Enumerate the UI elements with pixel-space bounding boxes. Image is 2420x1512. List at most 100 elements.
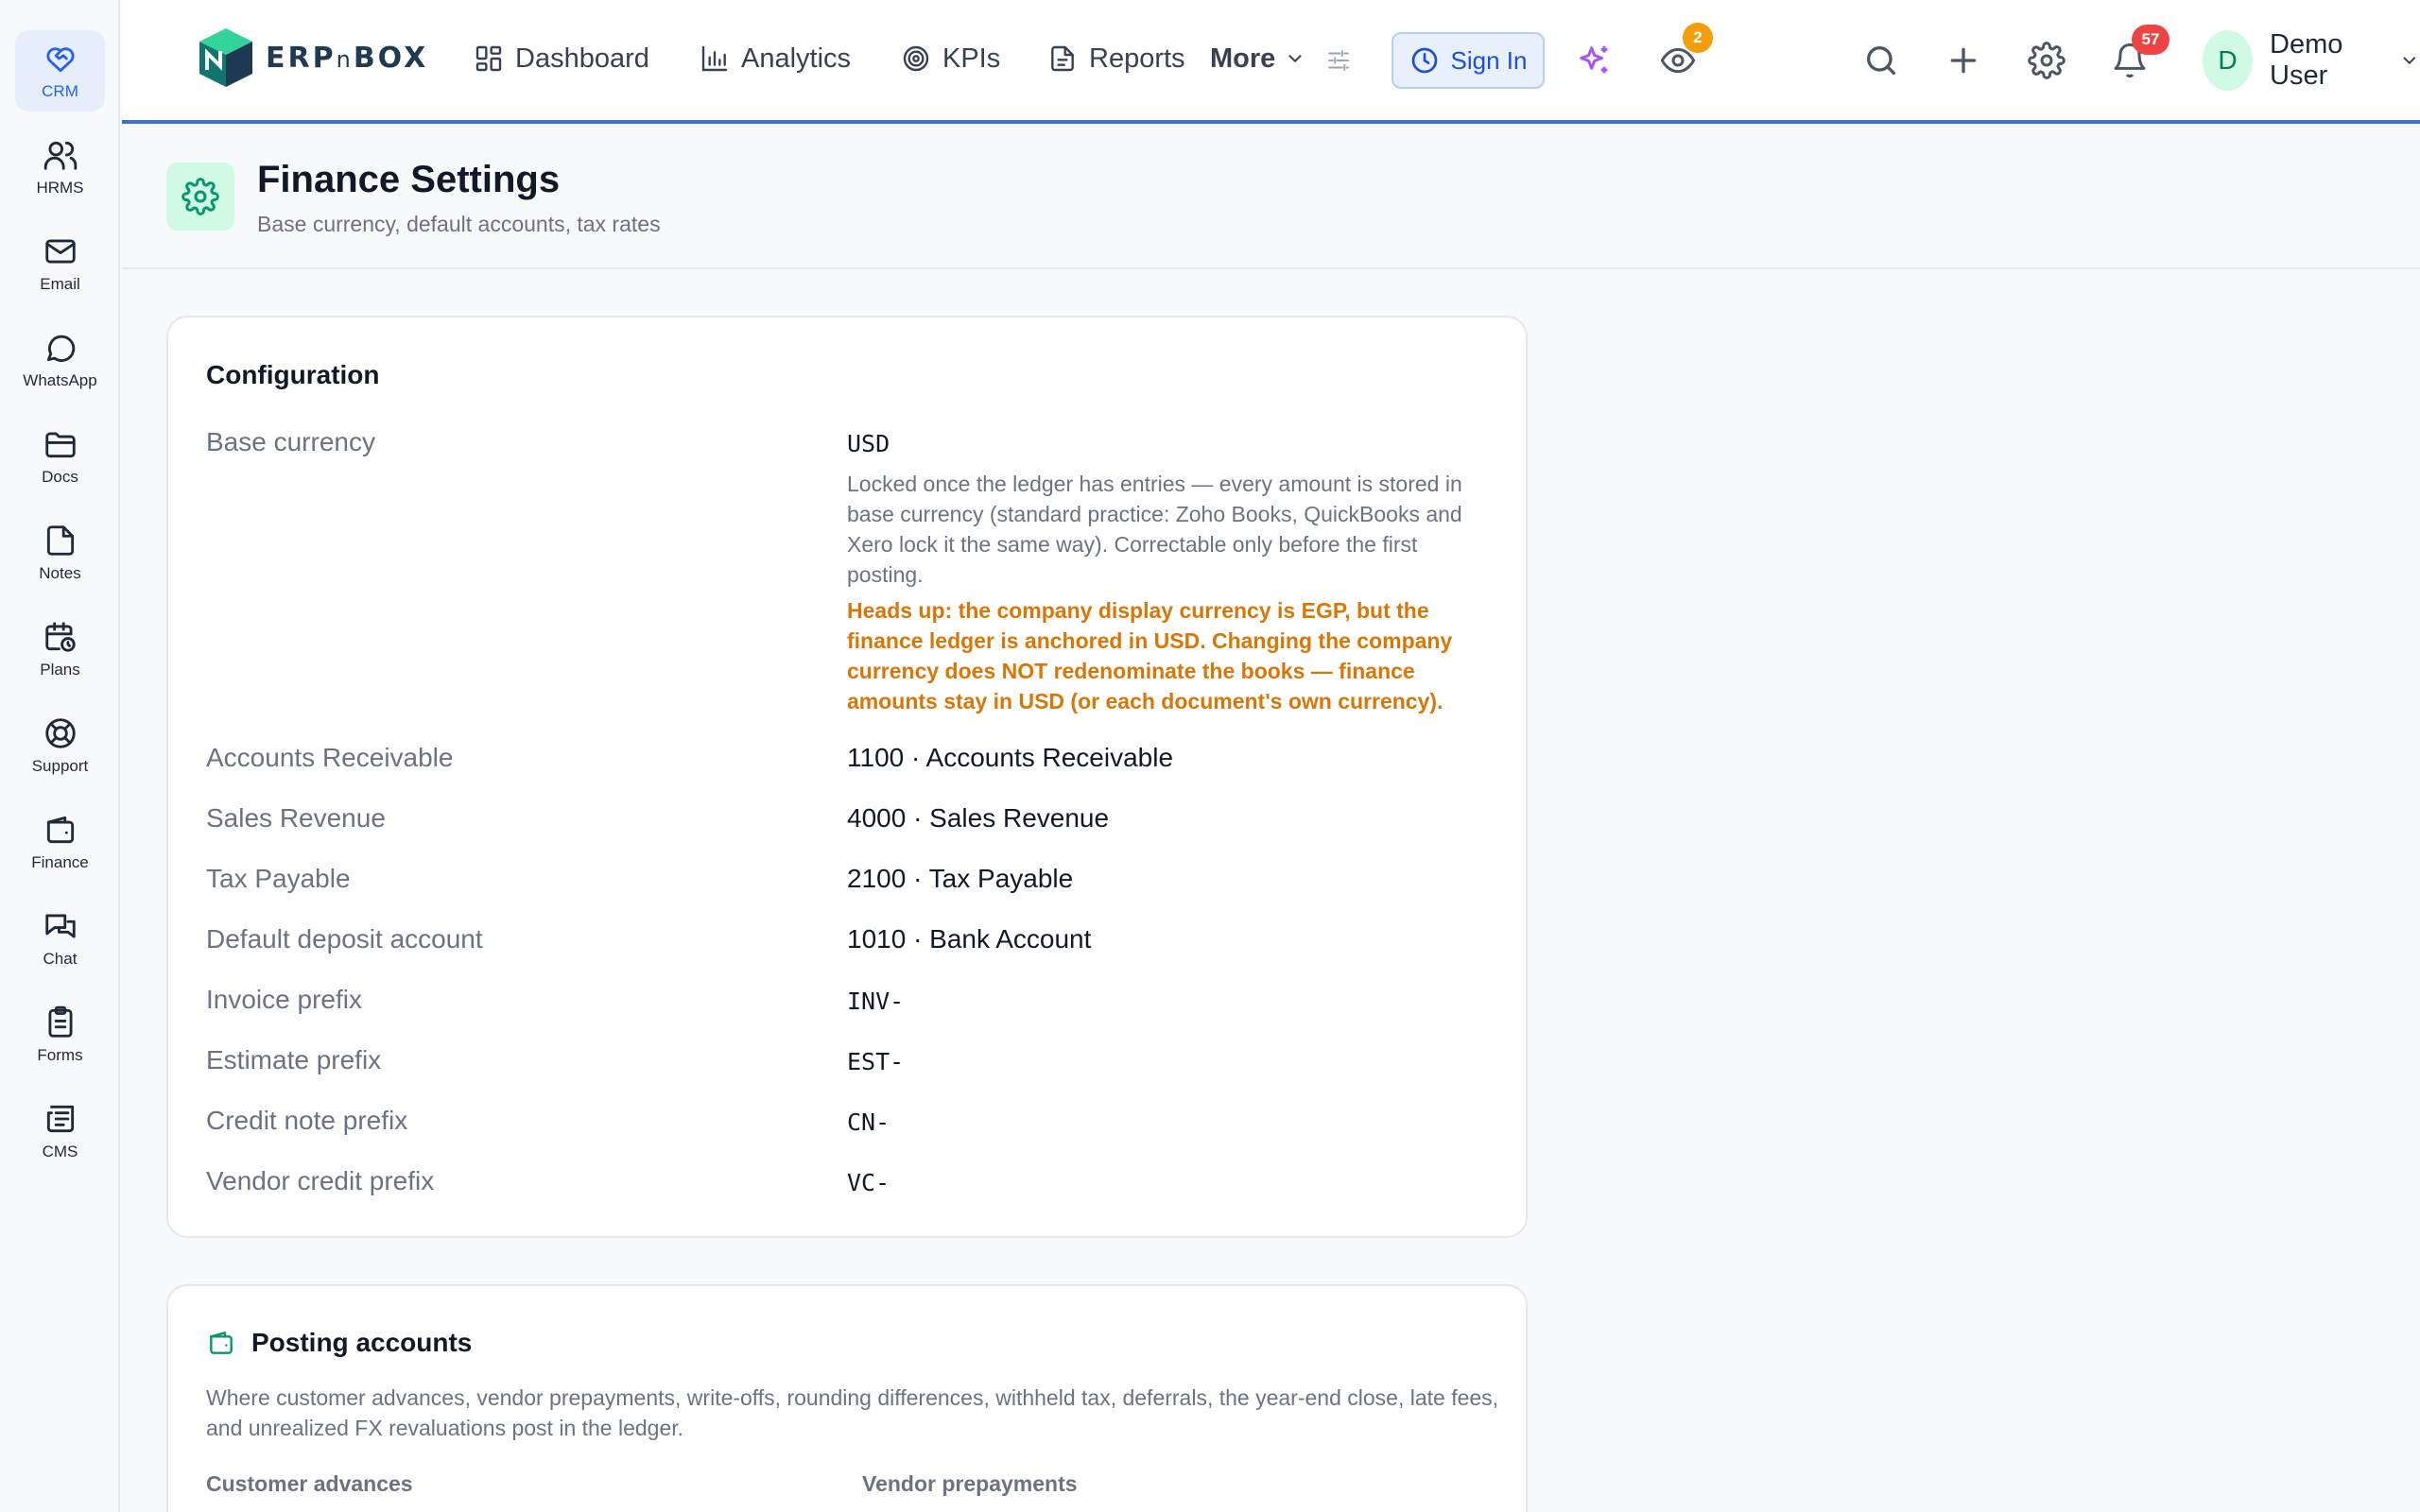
- rail-label: WhatsApp: [23, 371, 97, 389]
- users-icon: [43, 141, 77, 170]
- accounts-receivable-value[interactable]: 1100 · Accounts Receivable: [847, 743, 1173, 773]
- rail-label: CMS: [42, 1143, 78, 1160]
- credit-note-prefix-value[interactable]: CN-: [847, 1108, 890, 1136]
- sign-in-label: Sign In: [1450, 45, 1528, 75]
- rail-item-chat[interactable]: Chat: [15, 898, 105, 979]
- setting-label: Credit note prefix: [206, 1106, 408, 1135]
- rail-item-whatsapp[interactable]: WhatsApp: [15, 319, 105, 401]
- folder-icon: [44, 432, 76, 458]
- watch-count-badge: 2: [1683, 23, 1713, 53]
- vendor-prepayments-label: Vendor prepayments: [862, 1471, 1078, 1496]
- rail-item-docs[interactable]: Docs: [15, 416, 105, 497]
- document-icon: [1051, 45, 1074, 72]
- vendor-credit-prefix-value[interactable]: VC-: [847, 1169, 890, 1196]
- rail-label: Email: [40, 275, 80, 293]
- currency-warning: Heads up: the company display currency i…: [847, 598, 1453, 713]
- nav-more-dropdown[interactable]: More: [1210, 36, 1305, 81]
- setting-label: Base currency: [206, 427, 375, 456]
- page-header: Finance Settings Base currency, default …: [122, 124, 2420, 269]
- card-title: Posting accounts: [251, 1328, 473, 1357]
- user-name: Demo User: [2270, 29, 2343, 91]
- watch-button[interactable]: 2: [1655, 23, 1713, 83]
- chat-bubble-icon: [46, 335, 75, 362]
- rail-item-cms[interactable]: CMS: [15, 1091, 105, 1172]
- rail-label: Support: [31, 757, 89, 775]
- rail-item-hrms[interactable]: HRMS: [15, 127, 105, 208]
- calendar-clock-icon: [44, 622, 76, 652]
- setting-label: Vendor credit prefix: [206, 1166, 435, 1195]
- sparkles-icon: [1580, 46, 1608, 74]
- nav-dashboard[interactable]: Dashboard: [474, 36, 649, 81]
- settings-button[interactable]: [2024, 38, 2069, 83]
- page-title: Finance Settings: [257, 159, 561, 200]
- target-icon: [903, 45, 929, 72]
- rail-label: Chat: [43, 950, 78, 968]
- card-title: Configuration: [206, 360, 380, 389]
- setting-label: Accounts Receivable: [206, 743, 454, 772]
- create-new-button[interactable]: [1941, 38, 1986, 83]
- brand-logo[interactable]: ERPnBOX: [196, 26, 428, 89]
- plus-icon: [1950, 47, 1977, 74]
- page-subtitle: Base currency, default accounts, tax rat…: [257, 212, 661, 236]
- setting-label: Sales Revenue: [206, 803, 386, 833]
- base-currency-help: Locked once the ledger has entries — eve…: [847, 472, 1462, 587]
- messages-icon: [44, 914, 76, 938]
- avatar: D: [2203, 30, 2253, 91]
- rail-label: Plans: [40, 661, 80, 679]
- gear-icon: [2028, 42, 2066, 79]
- app-rail: CRM HRMS Email WhatsApp Docs Notes Plans…: [0, 0, 120, 1512]
- nav-label: Analytics: [741, 43, 852, 74]
- notifications-button[interactable]: 57: [2107, 25, 2169, 83]
- setting-label: Estimate prefix: [206, 1045, 382, 1074]
- nav-reports[interactable]: Reports: [1047, 36, 1185, 81]
- gear-icon: [182, 178, 219, 215]
- sales-revenue-value[interactable]: 4000 · Sales Revenue: [847, 803, 1109, 833]
- rail-label: Finance: [31, 853, 89, 871]
- rail-item-support[interactable]: Support: [15, 705, 105, 786]
- rail-label: Forms: [37, 1046, 83, 1064]
- settings-badge: [166, 163, 234, 231]
- crm-handshake-icon: [46, 47, 74, 73]
- rail-label: HRMS: [36, 179, 84, 197]
- user-menu[interactable]: D Demo User: [2203, 28, 2420, 93]
- rail-label: Docs: [42, 468, 78, 486]
- wallet-icon: [46, 816, 74, 844]
- rail-item-plans[interactable]: Plans: [15, 609, 105, 690]
- search-icon: [1867, 46, 1895, 76]
- chevron-down-icon: [1288, 55, 1302, 63]
- rail-item-email[interactable]: Email: [15, 223, 105, 304]
- customize-nav-button[interactable]: [1316, 38, 1361, 83]
- rail-item-crm[interactable]: CRM: [15, 30, 105, 112]
- invoice-prefix-value[interactable]: INV-: [847, 988, 904, 1015]
- chevron-down-icon: [2403, 57, 2416, 65]
- rail-item-notes[interactable]: Notes: [15, 512, 105, 593]
- sign-in-button[interactable]: Sign In: [1392, 32, 1545, 89]
- rail-label: CRM: [42, 82, 78, 100]
- rail-item-finance[interactable]: Finance: [15, 801, 105, 883]
- wallet-icon: [206, 1328, 236, 1358]
- top-bar: ERPnBOX Dashboard Analytics KPIs Reports…: [122, 0, 2420, 124]
- sliders-icon: [1328, 50, 1349, 71]
- lifebuoy-icon: [44, 718, 76, 748]
- ai-assistant-button[interactable]: [1572, 38, 1617, 83]
- setting-label: Invoice prefix: [206, 985, 362, 1014]
- configuration-card: Configuration Base currency USD Locked o…: [166, 316, 1528, 1238]
- nav-analytics[interactable]: Analytics: [700, 36, 851, 81]
- notification-count-badge: 57: [2132, 25, 2169, 55]
- quick-search-button[interactable]: [1858, 38, 1904, 83]
- clipboard-icon: [47, 1005, 73, 1038]
- brand-wordmark: ERPnBOX: [266, 41, 429, 75]
- customer-advances-label: Customer advances: [206, 1471, 413, 1496]
- setting-label: Default deposit account: [206, 924, 483, 954]
- estimate-prefix-value[interactable]: EST-: [847, 1048, 904, 1075]
- note-icon: [46, 525, 74, 556]
- setting-label: Tax Payable: [206, 864, 351, 893]
- rail-label: Notes: [39, 564, 81, 582]
- rail-item-forms[interactable]: Forms: [15, 994, 105, 1075]
- base-currency-value: USD: [847, 430, 890, 457]
- nav-kpis[interactable]: KPIs: [901, 36, 1000, 81]
- posting-accounts-description: Where customer advances, vendor prepayme…: [206, 1385, 1499, 1440]
- deposit-account-value[interactable]: 1010 · Bank Account: [847, 924, 1091, 954]
- tax-payable-value[interactable]: 2100 · Tax Payable: [847, 864, 1073, 894]
- clock-icon: [1411, 47, 1437, 74]
